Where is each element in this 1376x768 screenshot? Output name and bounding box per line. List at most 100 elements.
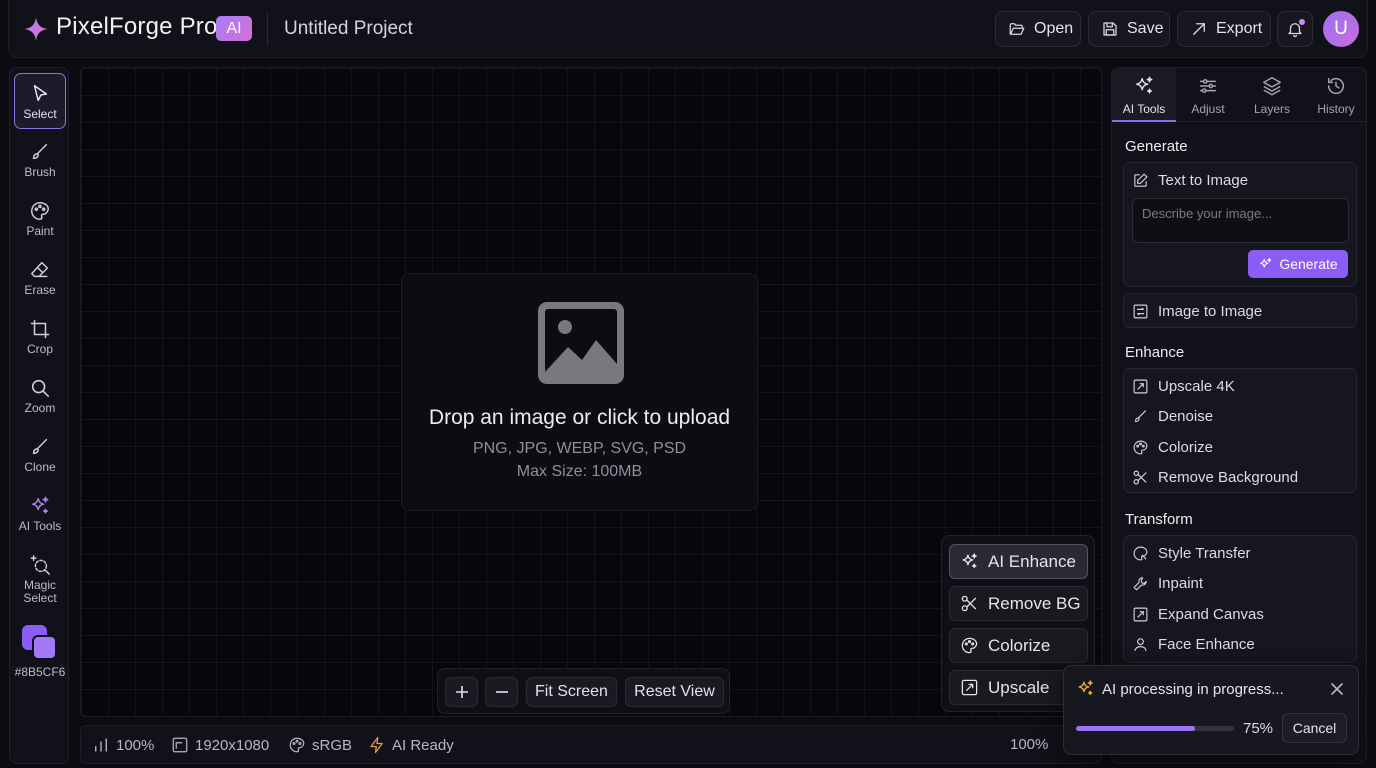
tab-history[interactable]: History	[1304, 68, 1366, 122]
image-swap-icon	[1132, 303, 1149, 320]
remove-background-label: Remove Background	[1158, 468, 1299, 486]
style-transfer-item[interactable]: Style Transfer	[1132, 540, 1350, 566]
tab-ai-tools-label: AI Tools	[1122, 102, 1166, 116]
style-transfer-icon	[1132, 545, 1149, 562]
crop-icon	[29, 318, 51, 340]
status-zoom-right[interactable]: 100%	[1010, 736, 1048, 753]
primary-color[interactable]	[32, 635, 57, 660]
ai-enhance-button[interactable]: AI Enhance	[949, 544, 1088, 579]
reset-view-button[interactable]: Reset View	[625, 677, 724, 707]
close-icon[interactable]	[1328, 680, 1346, 698]
tool-crop[interactable]: Crop	[14, 309, 66, 365]
color-swatch-label: #8B5CF6	[14, 665, 66, 679]
upscale-4k-item[interactable]: Upscale 4K	[1132, 373, 1350, 399]
layers-icon	[1261, 75, 1283, 97]
status-zoom-value: 100%	[116, 736, 155, 754]
bar-chart-icon	[92, 736, 110, 754]
inpaint-item[interactable]: Inpaint	[1132, 570, 1350, 596]
sparkles-icon	[960, 552, 979, 571]
tool-zoom[interactable]: Zoom	[14, 368, 66, 424]
wrench-icon	[1132, 575, 1149, 592]
magic-select-icon	[29, 554, 51, 576]
color-swatch[interactable]: #8B5CF6	[14, 623, 66, 681]
tool-select[interactable]: Select	[14, 73, 66, 129]
cursor-icon	[29, 83, 51, 105]
export-button[interactable]: Export	[1177, 11, 1271, 47]
tool-zoom-label: Zoom	[24, 401, 56, 415]
generate-button[interactable]: Generate	[1248, 250, 1348, 278]
tab-ai-tools[interactable]: AI Tools	[1112, 68, 1176, 122]
remove-bg-label: Remove BG	[988, 593, 1081, 613]
colorize-button[interactable]: Colorize	[949, 628, 1088, 663]
sliders-icon	[1197, 75, 1219, 97]
tab-layers[interactable]: Layers	[1240, 68, 1304, 122]
status-bar: 100% 1920x1080 sRGB AI Ready 100%	[80, 725, 1102, 764]
save-button[interactable]: Save	[1088, 11, 1170, 47]
tool-ai-tools[interactable]: AI Tools	[14, 486, 66, 542]
top-bar: PixelForge Pro AI Untitled Project Open …	[8, 0, 1368, 58]
project-title[interactable]: Untitled Project	[284, 18, 413, 40]
expand-canvas-item[interactable]: Expand Canvas	[1132, 601, 1350, 627]
progress-fill	[1076, 726, 1195, 731]
palette-icon	[29, 200, 51, 222]
transform-card: Style Transfer Inpaint Expand Canvas Fac…	[1123, 535, 1357, 663]
ai-badge: AI	[216, 16, 252, 41]
scissors-icon	[1132, 469, 1149, 486]
progress-bar	[1076, 726, 1234, 731]
tab-adjust[interactable]: Adjust	[1176, 68, 1240, 122]
user-icon	[1132, 636, 1149, 653]
panel-tabs: AI Tools Adjust Layers History	[1112, 68, 1366, 122]
tool-magic-select[interactable]: Magic Select	[14, 545, 66, 611]
status-ai-value: AI Ready	[392, 736, 454, 754]
notifications-button[interactable]	[1277, 11, 1313, 47]
tool-clone[interactable]: Clone	[14, 427, 66, 483]
eraser-icon	[29, 259, 51, 281]
image-icon	[538, 302, 624, 384]
dimensions-icon	[171, 736, 189, 754]
sparkles-icon	[1133, 75, 1155, 97]
cancel-button[interactable]: Cancel	[1282, 713, 1347, 743]
canvas-area[interactable]: Drop an image or click to upload PNG, JP…	[80, 67, 1102, 717]
dropzone-title: Drop an image or click to upload	[428, 406, 731, 429]
transform-section-title: Transform	[1125, 511, 1193, 528]
image-to-image-item[interactable]: Image to Image	[1132, 298, 1350, 324]
sparkles-icon	[29, 495, 51, 517]
fit-screen-button[interactable]: Fit Screen	[526, 677, 617, 707]
zoom-out-button[interactable]	[485, 677, 518, 707]
tool-paint[interactable]: Paint	[14, 191, 66, 247]
status-zoom-right-value: 100%	[1010, 736, 1049, 753]
zoom-controls: Fit Screen Reset View	[437, 668, 730, 714]
open-button-label: Open	[1034, 20, 1074, 37]
expand-canvas-label: Expand Canvas	[1158, 605, 1264, 623]
palette-icon	[960, 636, 979, 655]
zoom-in-button[interactable]	[445, 677, 478, 707]
text-to-image-card: Text to Image Generate	[1123, 162, 1357, 287]
status-color-space: sRGB	[288, 736, 352, 754]
text-to-image-item[interactable]: Text to Image	[1132, 167, 1350, 193]
folder-open-icon	[1008, 20, 1026, 38]
open-button[interactable]: Open	[995, 11, 1081, 47]
tool-brush[interactable]: Brush	[14, 132, 66, 188]
remove-bg-button[interactable]: Remove BG	[949, 586, 1088, 621]
remove-background-item[interactable]: Remove Background	[1132, 464, 1350, 490]
upscale-4k-label: Upscale 4K	[1158, 377, 1235, 395]
colorize-item[interactable]: Colorize	[1132, 434, 1350, 460]
left-toolbar: Select Brush Paint Erase Crop Zoom Clone…	[9, 67, 69, 764]
image-to-image-card[interactable]: Image to Image	[1123, 293, 1357, 328]
face-enhance-item[interactable]: Face Enhance	[1132, 631, 1350, 657]
tab-history-label: History	[1317, 102, 1355, 116]
save-button-label: Save	[1127, 20, 1164, 37]
status-dimensions: 1920x1080	[171, 736, 269, 754]
style-transfer-label: Style Transfer	[1158, 544, 1251, 562]
ai-enhance-label: AI Enhance	[988, 551, 1076, 571]
tool-magic-select-label: Magic Select	[23, 578, 57, 605]
avatar[interactable]: U	[1323, 11, 1359, 47]
upload-dropzone[interactable]: Drop an image or click to upload PNG, JP…	[401, 273, 758, 511]
denoise-item[interactable]: Denoise	[1132, 403, 1350, 429]
processing-message: AI processing in progress...	[1102, 681, 1284, 698]
tool-erase[interactable]: Erase	[14, 250, 66, 306]
lightning-icon	[368, 736, 386, 754]
prompt-input[interactable]	[1132, 198, 1349, 243]
edit-icon	[1132, 172, 1149, 189]
status-zoom: 100%	[92, 736, 154, 754]
